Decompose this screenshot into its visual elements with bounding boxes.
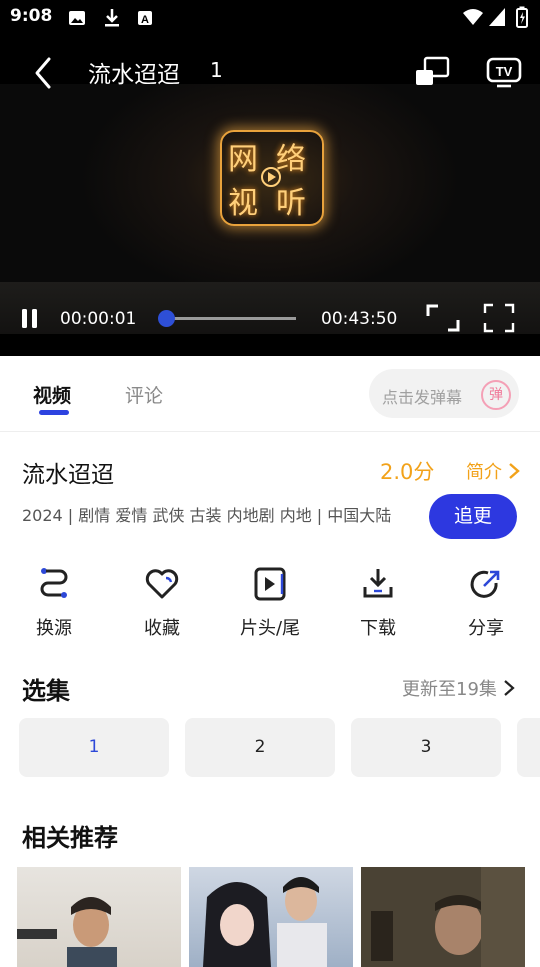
episode-button-2[interactable]: 2 — [185, 718, 335, 777]
danmaku-placeholder: 点击发弹幕 — [382, 388, 463, 407]
video-episode: 1 — [210, 58, 223, 82]
download-notification-icon — [105, 9, 119, 27]
episode-button-1[interactable]: 1 — [19, 718, 169, 777]
poster-image — [203, 877, 327, 967]
tv-cast-icon[interactable]: TV — [486, 56, 522, 88]
episode-button-3[interactable]: 3 — [351, 718, 501, 777]
switch-source-icon — [40, 568, 68, 598]
signal-icon — [489, 8, 505, 26]
share-icon — [470, 570, 500, 598]
intro-link[interactable]: 简介 — [466, 458, 520, 484]
svg-text:TV: TV — [496, 64, 513, 79]
action-favorite[interactable]: 收藏 — [122, 566, 202, 640]
follow-button[interactable]: 追更 — [429, 494, 517, 539]
video-player[interactable]: 9:08 A 流水迢迢 1 TV 网 络 视 听 00:00:01 00:43:… — [0, 0, 540, 356]
action-share[interactable]: 分享 — [446, 566, 526, 640]
action-label: 收藏 — [144, 618, 180, 639]
tab-active-indicator — [39, 410, 69, 415]
chevron-right-icon — [508, 463, 520, 479]
pause-icon[interactable] — [20, 307, 40, 331]
poster-image — [17, 897, 117, 967]
recommend-poster-2[interactable] — [189, 867, 353, 967]
battery-icon — [516, 6, 528, 28]
fullscreen-icon[interactable] — [482, 302, 516, 334]
status-time: 9:08 — [10, 6, 53, 26]
image-notification-icon — [69, 11, 85, 25]
chevron-right-icon — [503, 680, 515, 696]
recommend-poster-1[interactable] — [17, 867, 181, 967]
back-icon[interactable] — [30, 56, 56, 90]
action-label: 分享 — [468, 618, 504, 639]
action-label: 片头/尾 — [239, 618, 301, 639]
download-icon — [363, 569, 393, 598]
current-time: 00:00:01 — [60, 309, 137, 329]
seek-handle[interactable] — [158, 310, 175, 327]
rotate-screen-icon[interactable] — [425, 303, 461, 333]
total-time: 00:43:50 — [321, 309, 398, 329]
poster-image — [361, 867, 525, 967]
drama-title: 流水迢迢 — [22, 462, 114, 488]
tab-video[interactable]: 视频 — [33, 381, 71, 408]
action-label: 换源 — [36, 618, 72, 639]
heart-icon — [145, 569, 179, 599]
action-label: 下载 — [360, 618, 396, 639]
tab-comments[interactable]: 评论 — [125, 381, 163, 408]
play-skip-icon — [254, 567, 286, 601]
video-title: 流水迢迢 — [88, 62, 180, 88]
drama-score: 2.0分 — [380, 460, 435, 484]
channel-logo: 网 络 视 听 — [220, 130, 324, 226]
font-notification-icon: A — [138, 11, 152, 26]
episodes-update-text: 更新至19集 — [402, 679, 497, 700]
screen-cast-icon[interactable] — [415, 56, 451, 88]
wifi-icon — [463, 9, 483, 25]
episode-button-partial[interactable] — [517, 718, 540, 777]
danmaku-input[interactable]: 点击发弹幕 弹 — [369, 369, 519, 418]
danmaku-badge-icon: 弹 — [481, 380, 511, 410]
drama-meta: 2024 | 剧情 爱情 武侠 古装 内地剧 内地 | 中国大陆 — [22, 506, 392, 525]
svg-text:A: A — [141, 14, 149, 26]
action-switch-source[interactable]: 换源 — [14, 566, 94, 640]
action-download[interactable]: 下载 — [338, 566, 418, 640]
recommend-title: 相关推荐 — [22, 824, 118, 852]
action-skip-intro[interactable]: 片头/尾 — [230, 566, 310, 640]
recommend-poster-3[interactable] — [361, 867, 525, 967]
episodes-title: 选集 — [22, 677, 70, 705]
episodes-update-link[interactable]: 更新至19集 — [402, 675, 515, 701]
intro-label: 简介 — [466, 462, 502, 483]
tabs-divider — [0, 431, 540, 432]
seek-bar[interactable] — [166, 317, 296, 320]
